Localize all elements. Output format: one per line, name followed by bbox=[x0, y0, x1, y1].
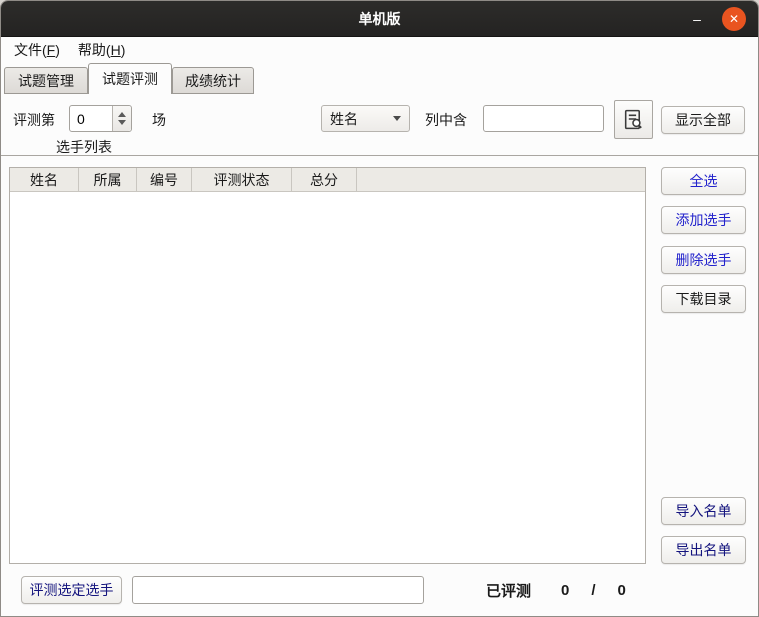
tab-score-statistics[interactable]: 成绩统计 bbox=[172, 67, 254, 94]
chevron-down-icon bbox=[393, 116, 401, 121]
remove-player-button[interactable]: 删除选手 bbox=[661, 246, 746, 274]
tab-question-evaluation[interactable]: 试题评测 bbox=[88, 63, 172, 94]
evaluated-separator: / bbox=[591, 582, 595, 599]
footer-input[interactable] bbox=[132, 576, 424, 604]
search-list-icon bbox=[621, 107, 646, 132]
show-all-button[interactable]: 显示全部 bbox=[661, 106, 745, 134]
spinner-up-icon[interactable] bbox=[118, 112, 126, 117]
tab-question-management[interactable]: 试题管理 bbox=[4, 67, 88, 94]
title-bar[interactable]: 单机版 – ✕ bbox=[1, 1, 758, 37]
player-table[interactable]: 姓名 所属 编号 评测状态 总分 bbox=[9, 167, 646, 564]
player-list-section-label: 选手列表 bbox=[56, 137, 112, 157]
add-player-button[interactable]: 添加选手 bbox=[661, 206, 746, 234]
contains-label: 列中含 bbox=[425, 110, 467, 130]
search-list-button[interactable] bbox=[614, 100, 653, 139]
import-list-button[interactable]: 导入名单 bbox=[661, 497, 746, 525]
menu-file[interactable]: 文件(F) bbox=[5, 37, 69, 63]
export-list-button[interactable]: 导出名单 bbox=[661, 536, 746, 564]
filter-search-input[interactable] bbox=[483, 105, 604, 132]
pane-top-border bbox=[1, 155, 758, 156]
evaluated-label: 已评测 bbox=[486, 580, 531, 601]
session-round-suffix-label: 场 bbox=[152, 110, 166, 130]
col-header-score[interactable]: 总分 bbox=[292, 168, 357, 191]
menu-help[interactable]: 帮助(H) bbox=[69, 37, 134, 63]
table-header-row: 姓名 所属 编号 评测状态 总分 bbox=[10, 168, 645, 192]
col-header-name[interactable]: 姓名 bbox=[10, 168, 79, 191]
filter-column-select[interactable]: 姓名 bbox=[321, 105, 410, 132]
col-header-status[interactable]: 评测状态 bbox=[192, 168, 292, 191]
col-header-filler bbox=[357, 168, 645, 191]
download-directory-button[interactable]: 下载目录 bbox=[661, 285, 746, 313]
round-spinbox-input[interactable] bbox=[70, 106, 112, 131]
evaluated-total: 0 bbox=[618, 582, 626, 599]
evaluated-status: 已评测 0 / 0 bbox=[486, 576, 626, 604]
close-icon[interactable]: ✕ bbox=[722, 7, 746, 31]
spinner-down-icon[interactable] bbox=[118, 120, 126, 125]
tab-strip: 试题管理 试题评测 成绩统计 bbox=[1, 63, 758, 94]
select-all-button[interactable]: 全选 bbox=[661, 167, 746, 195]
col-header-group[interactable]: 所属 bbox=[79, 168, 137, 191]
round-spinbox[interactable] bbox=[69, 105, 132, 132]
evaluated-count: 0 bbox=[561, 582, 569, 599]
minimize-icon[interactable]: – bbox=[688, 10, 706, 28]
spinbox-arrows[interactable] bbox=[112, 106, 131, 131]
col-header-number[interactable]: 编号 bbox=[137, 168, 192, 191]
filter-column-value: 姓名 bbox=[330, 109, 358, 129]
window-title: 单机版 bbox=[359, 9, 401, 29]
app-window: 单机版 – ✕ 文件(F) 帮助(H) 试题管理 试题评测 成绩统计 评测第 场… bbox=[0, 0, 759, 617]
session-round-prefix-label: 评测第 bbox=[13, 110, 55, 130]
evaluate-selected-button[interactable]: 评测选定选手 bbox=[21, 576, 122, 604]
menu-bar: 文件(F) 帮助(H) bbox=[1, 37, 758, 63]
